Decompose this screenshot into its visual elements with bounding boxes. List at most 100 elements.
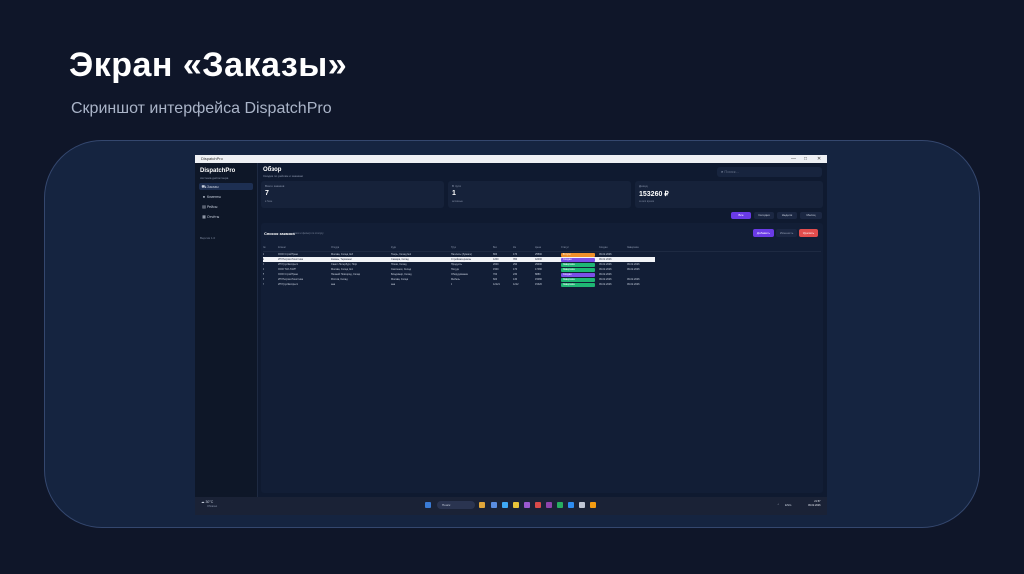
app-window: DispatchPro система диспетчера ⛟Заказы ●…: [195, 163, 827, 497]
taskbar-app-icon[interactable]: [579, 502, 585, 508]
table-cell: 09.02.2026: [599, 283, 612, 286]
table-cell: ааа: [391, 283, 396, 286]
sidebar-item-label: Клиенты: [207, 195, 222, 199]
app-screenshot: DispatchPro — □ ✕ DispatchPro система ди…: [195, 155, 827, 515]
status-badge: Создан: [561, 257, 595, 262]
status-badge: В пути: [561, 252, 595, 257]
table-row[interactable]: 7 ИП ГрузЭкспресс ааа ааа 1 12121 1212 15320 Зав…: [263, 282, 821, 287]
stat-caption: в базе: [265, 200, 273, 203]
table-cell: 1: [451, 283, 453, 286]
table-cell: 1212: [513, 283, 519, 286]
taskbar-app-icon[interactable]: [524, 502, 530, 508]
taskbar-search-label: Поиск: [442, 503, 451, 507]
language-indicator[interactable]: ENG: [785, 503, 792, 507]
taskbar-app-icon[interactable]: [568, 502, 574, 508]
stat-label: Доход: [639, 184, 648, 188]
stat-caption: за всё время: [639, 200, 655, 203]
column-header[interactable]: Груз: [451, 245, 456, 251]
column-header[interactable]: №: [263, 245, 266, 251]
clock-date: 09.02.2026: [808, 504, 821, 507]
taskbar-app-icon[interactable]: [546, 502, 552, 508]
stat-value: 153260 ₽: [639, 191, 669, 198]
maximize-button[interactable]: □: [804, 155, 807, 163]
stat-card-in-transit: В пути 1 активные: [448, 181, 631, 208]
column-header[interactable]: Откуда: [331, 245, 339, 251]
slide-subtitle: Скриншот интерфейса DispatchPro: [71, 100, 332, 117]
start-icon[interactable]: [425, 502, 431, 508]
column-header[interactable]: Км: [513, 245, 516, 251]
table-cell: 09.02.2026: [627, 283, 640, 286]
search-placeholder: Поиск...: [724, 169, 739, 174]
stat-label: Всего заказов: [265, 184, 285, 188]
weather-widget[interactable]: ☁ 30°C: [201, 500, 213, 504]
page-subtitle: Сводка по рейсам и заказам: [263, 174, 303, 178]
orders-table: № Клиент Откуда Куда Груз Вес Км Цена Статус Созд…: [263, 245, 821, 287]
page-title: Обзор: [263, 167, 282, 173]
taskbar: ☁ 30°C Облачно Поиск ⌃ ENG 21:57 09.02.2…: [195, 497, 827, 515]
taskbar-app-icon[interactable]: [502, 502, 508, 508]
table-header: № Клиент Откуда Куда Груз Вес Км Цена Статус Созд…: [263, 245, 821, 252]
filter-all[interactable]: Все: [731, 212, 751, 219]
column-header[interactable]: Вес: [493, 245, 497, 251]
weather-temp: 30°C: [205, 500, 214, 504]
stat-label: В пути: [452, 184, 462, 188]
search-input[interactable]: ⌕ Поиск...: [717, 167, 822, 177]
table-cell: ааа: [331, 283, 336, 286]
taskbar-app-icon[interactable]: [535, 502, 541, 508]
slide-title: Экран «Заказы»: [69, 46, 348, 84]
sidebar-item-label: Заказы: [207, 185, 219, 189]
column-header[interactable]: Куда: [391, 245, 396, 251]
table-cell: 12121: [493, 283, 500, 286]
main-content: Обзор Сводка по рейсам и заказам ⌕ Поиск…: [261, 163, 823, 497]
table-cell: 7: [263, 283, 265, 286]
window-titlebar: DispatchPro — □ ✕: [195, 155, 827, 163]
column-header[interactable]: Создан: [599, 245, 608, 251]
filter-today[interactable]: Сегодня: [754, 212, 774, 219]
status-badge: Завершён: [561, 282, 595, 287]
window-title: DispatchPro: [201, 156, 223, 161]
system-clock[interactable]: 21:57 09.02.2026: [808, 500, 821, 508]
edit-order-button[interactable]: Изменить: [776, 229, 797, 237]
filter-month[interactable]: Месяц: [800, 212, 822, 219]
stat-card-total: Всего заказов 7 в базе: [261, 181, 444, 208]
sidebar: DispatchPro система диспетчера ⛟Заказы ●…: [195, 163, 258, 497]
stat-value: 1: [452, 190, 456, 197]
filter-week[interactable]: Неделя: [777, 212, 797, 219]
close-button[interactable]: ✕: [817, 155, 821, 163]
sidebar-item-orders[interactable]: ⛟Заказы: [199, 183, 253, 190]
taskbar-app-icon[interactable]: [557, 502, 563, 508]
minimize-button[interactable]: —: [791, 155, 796, 163]
column-header[interactable]: Клиент: [278, 245, 286, 251]
sidebar-item-label: Рейсы: [207, 205, 218, 209]
orders-title: Список заказов: [264, 231, 295, 236]
chevron-up-icon[interactable]: ⌃: [777, 503, 780, 507]
taskbar-app-icon[interactable]: [590, 502, 596, 508]
table-cell: ИП ГрузЭкспресс: [278, 283, 299, 286]
stat-value: 7: [265, 190, 269, 197]
brand-subtitle: система диспетчера: [200, 176, 229, 180]
weather-desc: Облачно: [207, 505, 218, 508]
sidebar-item-clients[interactable]: ● Клиенты: [199, 193, 253, 200]
delete-order-button[interactable]: Удалить: [799, 229, 818, 237]
sidebar-item-reports[interactable]: ▦Отчёты: [199, 213, 253, 220]
status-badge: Завершён: [561, 277, 595, 282]
column-header[interactable]: Завершён: [627, 245, 639, 251]
taskbar-app-icon[interactable]: [491, 502, 497, 508]
folder-icon[interactable]: [513, 502, 519, 508]
stat-caption: активные: [452, 200, 463, 203]
column-header[interactable]: Цена: [535, 245, 541, 251]
taskbar-search[interactable]: Поиск: [437, 501, 475, 509]
table-cell: 15320: [535, 283, 542, 286]
sidebar-item-label: Отчёты: [207, 215, 220, 219]
add-order-button[interactable]: Добавить: [753, 229, 774, 237]
orders-hint: поиск и фильтр по статусу: [293, 232, 324, 235]
status-badge: Завершён: [561, 262, 595, 267]
column-header[interactable]: Статус: [561, 245, 569, 251]
orders-panel: Список заказов поиск и фильтр по статусу…: [261, 223, 823, 493]
version-label: Версия 1.0: [200, 236, 216, 240]
stat-card-revenue: Доход 153260 ₽ за всё время: [635, 181, 823, 208]
status-badge: Создан: [561, 272, 595, 277]
taskbar-app-icon[interactable]: [479, 502, 485, 508]
sidebar-item-trips[interactable]: ▤Рейсы: [199, 203, 253, 210]
brand-name: DispatchPro: [200, 168, 236, 174]
